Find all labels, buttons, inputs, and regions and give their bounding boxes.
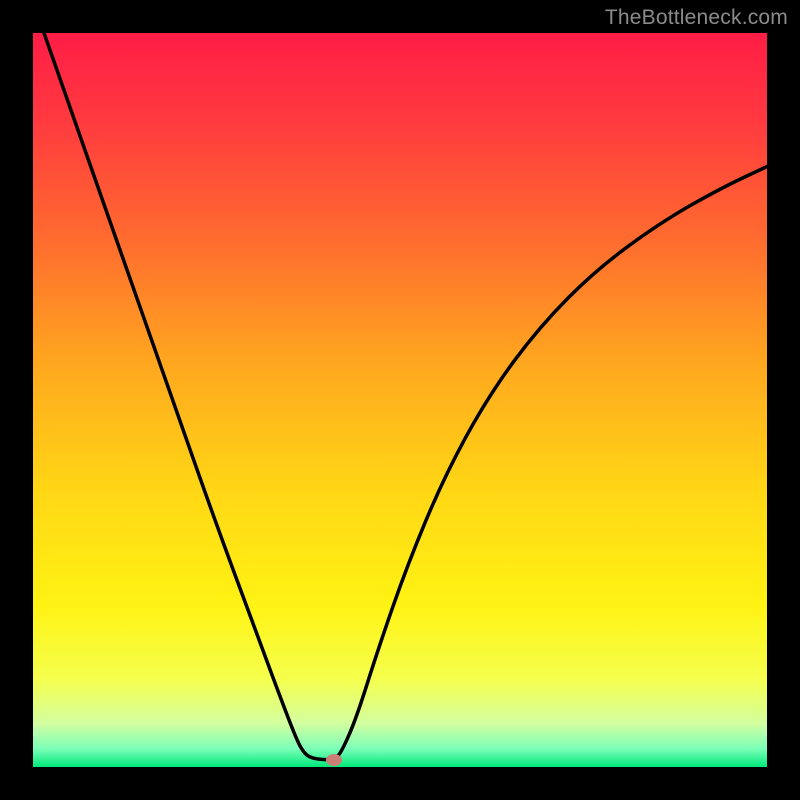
plot-area bbox=[33, 33, 767, 767]
curve-layer bbox=[33, 33, 767, 767]
watermark: TheBottleneck.com bbox=[605, 6, 788, 30]
bottleneck-curve bbox=[44, 33, 767, 760]
optimum-marker bbox=[326, 754, 342, 766]
chart-frame: TheBottleneck.com bbox=[0, 0, 800, 800]
